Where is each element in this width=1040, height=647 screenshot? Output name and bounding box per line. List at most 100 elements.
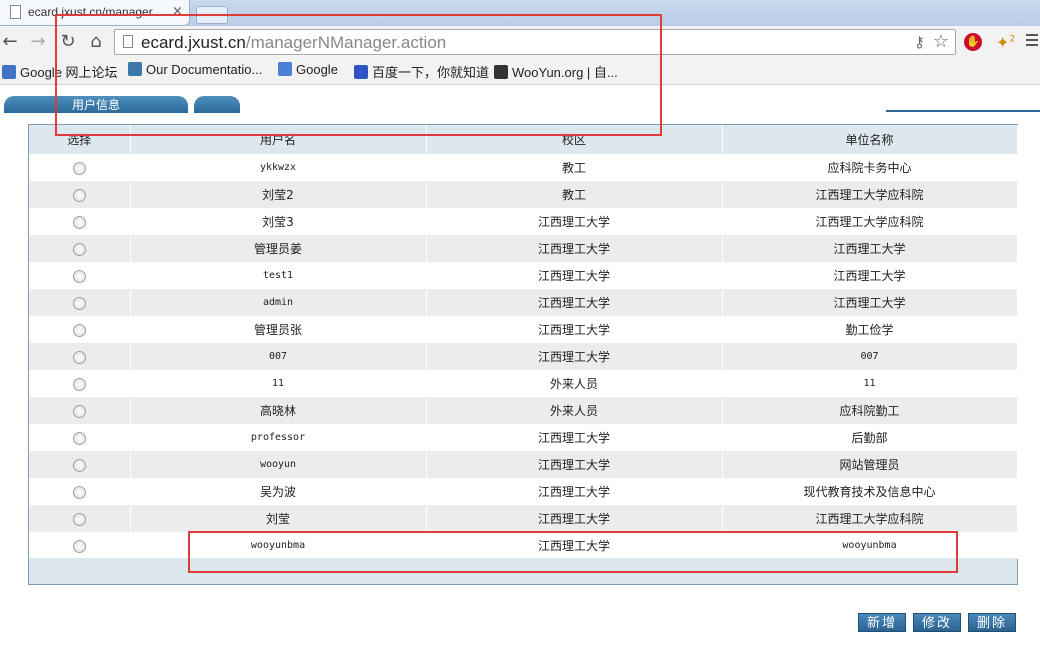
table-row[interactable]: 11 外来人员 11 bbox=[29, 370, 1018, 397]
username-cell: ykkwzx bbox=[130, 154, 427, 181]
row-radio[interactable] bbox=[72, 512, 86, 526]
table-row[interactable]: 管理员姜 江西理工大学 江西理工大学 bbox=[29, 235, 1018, 262]
table-row[interactable]: 刘莹 江西理工大学 江西理工大学应科院 bbox=[29, 505, 1018, 532]
row-radio[interactable] bbox=[72, 485, 86, 499]
username-cell: 007 bbox=[130, 343, 427, 370]
bookmarks-bar: Google 网上论坛 Our Documentatio... Google 百… bbox=[0, 58, 1040, 85]
extension-icon[interactable]: ✦2 bbox=[996, 33, 1015, 52]
forward-arrow-icon[interactable]: → bbox=[28, 32, 48, 52]
campus-cell: 江西理工大学 bbox=[426, 343, 723, 370]
close-tab-icon[interactable]: × bbox=[172, 4, 183, 19]
username-cell: test1 bbox=[130, 262, 427, 289]
table-footer bbox=[29, 558, 1017, 584]
reload-icon[interactable]: ↻ bbox=[58, 32, 78, 52]
row-radio[interactable] bbox=[72, 188, 86, 202]
unit-cell: 江西理工大学应科院 bbox=[722, 505, 1018, 532]
page-icon bbox=[123, 35, 133, 48]
column-header-username: 用户名 bbox=[130, 125, 427, 154]
row-radio[interactable] bbox=[72, 323, 86, 337]
back-arrow-icon[interactable]: ← bbox=[0, 32, 20, 52]
tab-title: ecard.jxust.cn/manager bbox=[28, 5, 153, 19]
table-header-row: 选择 用户名 校区 单位名称 bbox=[29, 125, 1018, 154]
username-cell: professor bbox=[130, 424, 427, 451]
row-radio[interactable] bbox=[72, 377, 86, 391]
address-bar[interactable]: ecard.jxust.cn/managerNManager.action ⚷ … bbox=[114, 29, 956, 55]
bookmark-label: 百度一下，你就知道 bbox=[372, 65, 490, 80]
bookmark-wooyun[interactable]: WooYun.org | 自... bbox=[494, 62, 618, 81]
add-button[interactable]: 新增 bbox=[858, 613, 906, 632]
unit-cell: 江西理工大学应科院 bbox=[722, 181, 1018, 208]
campus-cell: 江西理工大学 bbox=[426, 289, 723, 316]
tab-user-info[interactable]: 用户信息 bbox=[4, 96, 188, 113]
select-cell bbox=[29, 370, 131, 397]
select-cell bbox=[29, 154, 131, 181]
table-row[interactable]: 刘莹3 江西理工大学 江西理工大学应科院 bbox=[29, 208, 1018, 235]
bookmark-python-docs[interactable]: Our Documentatio... bbox=[128, 62, 262, 77]
row-radio[interactable] bbox=[72, 539, 86, 553]
row-radio[interactable] bbox=[72, 458, 86, 472]
unit-cell: 江西理工大学 bbox=[722, 289, 1018, 316]
select-cell bbox=[29, 262, 131, 289]
username-cell: 刘莹 bbox=[130, 505, 427, 532]
google-icon bbox=[278, 62, 292, 76]
bookmark-star-icon[interactable]: ☆ bbox=[933, 31, 949, 52]
campus-cell: 外来人员 bbox=[426, 397, 723, 424]
row-radio[interactable] bbox=[72, 296, 86, 310]
bookmark-google-groups[interactable]: Google 网上论坛 bbox=[2, 62, 118, 81]
table-row[interactable]: 刘莹2 教工 江西理工大学应科院 bbox=[29, 181, 1018, 208]
username-cell: 管理员姜 bbox=[130, 235, 427, 262]
new-tab-button[interactable] bbox=[196, 6, 228, 24]
browser-tab-strip: ecard.jxust.cn/manager × bbox=[0, 0, 1040, 26]
table-row[interactable]: 吴为波 江西理工大学 现代教育技术及信息中心 bbox=[29, 478, 1018, 505]
page-tab-bar: 用户信息 bbox=[0, 96, 1040, 114]
page-icon bbox=[10, 5, 21, 19]
tab-divider bbox=[886, 110, 1040, 112]
row-radio[interactable] bbox=[72, 404, 86, 418]
unit-cell: 江西理工大学应科院 bbox=[722, 208, 1018, 235]
table-row[interactable]: 007 江西理工大学 007 bbox=[29, 343, 1018, 370]
campus-cell: 江西理工大学 bbox=[426, 505, 723, 532]
row-radio[interactable] bbox=[72, 350, 86, 364]
unit-cell: 勤工俭学 bbox=[722, 316, 1018, 343]
row-radio[interactable] bbox=[72, 242, 86, 256]
select-cell bbox=[29, 451, 131, 478]
campus-cell: 教工 bbox=[426, 154, 723, 181]
key-icon[interactable]: ⚷ bbox=[914, 33, 925, 51]
select-cell bbox=[29, 505, 131, 532]
unit-cell: 后勤部 bbox=[722, 424, 1018, 451]
row-radio[interactable] bbox=[72, 431, 86, 445]
row-radio[interactable] bbox=[72, 161, 86, 175]
bookmark-label: Our Documentatio... bbox=[146, 62, 263, 77]
row-radio[interactable] bbox=[72, 269, 86, 283]
table-row[interactable]: wooyunbma 江西理工大学 wooyunbma bbox=[29, 532, 1018, 559]
username-cell: 吴为波 bbox=[130, 478, 427, 505]
table-row[interactable]: wooyun 江西理工大学 网站管理员 bbox=[29, 451, 1018, 478]
username-cell: 高晓林 bbox=[130, 397, 427, 424]
home-icon[interactable]: ⌂ bbox=[86, 32, 106, 52]
select-cell bbox=[29, 478, 131, 505]
unit-cell: 江西理工大学 bbox=[722, 262, 1018, 289]
row-radio[interactable] bbox=[72, 215, 86, 229]
table-row[interactable]: admin 江西理工大学 江西理工大学 bbox=[29, 289, 1018, 316]
campus-cell: 江西理工大学 bbox=[426, 208, 723, 235]
tab-secondary[interactable] bbox=[194, 96, 240, 113]
table-row[interactable]: 管理员张 江西理工大学 勤工俭学 bbox=[29, 316, 1018, 343]
unit-cell: 网站管理员 bbox=[722, 451, 1018, 478]
table-row[interactable]: 高晓林 外来人员 应科院勤工 bbox=[29, 397, 1018, 424]
url-text[interactable]: ecard.jxust.cn/managerNManager.action bbox=[141, 33, 446, 53]
select-cell bbox=[29, 532, 131, 559]
edit-button[interactable]: 修改 bbox=[913, 613, 961, 632]
column-header-select: 选择 bbox=[29, 125, 131, 154]
delete-button[interactable]: 删除 bbox=[968, 613, 1016, 632]
campus-cell: 教工 bbox=[426, 181, 723, 208]
table-row[interactable]: test1 江西理工大学 江西理工大学 bbox=[29, 262, 1018, 289]
bookmark-google[interactable]: Google bbox=[278, 62, 338, 77]
select-cell bbox=[29, 343, 131, 370]
table-row[interactable]: ykkwzx 教工 应科院卡务中心 bbox=[29, 154, 1018, 181]
browser-tab[interactable]: ecard.jxust.cn/manager × bbox=[0, 0, 190, 26]
adblock-extension-icon[interactable]: ✋ bbox=[964, 33, 982, 51]
table-row[interactable]: professor 江西理工大学 后勤部 bbox=[29, 424, 1018, 451]
menu-icon[interactable] bbox=[1026, 34, 1038, 49]
campus-cell: 江西理工大学 bbox=[426, 262, 723, 289]
bookmark-baidu[interactable]: 百度一下，你就知道 bbox=[354, 62, 489, 81]
